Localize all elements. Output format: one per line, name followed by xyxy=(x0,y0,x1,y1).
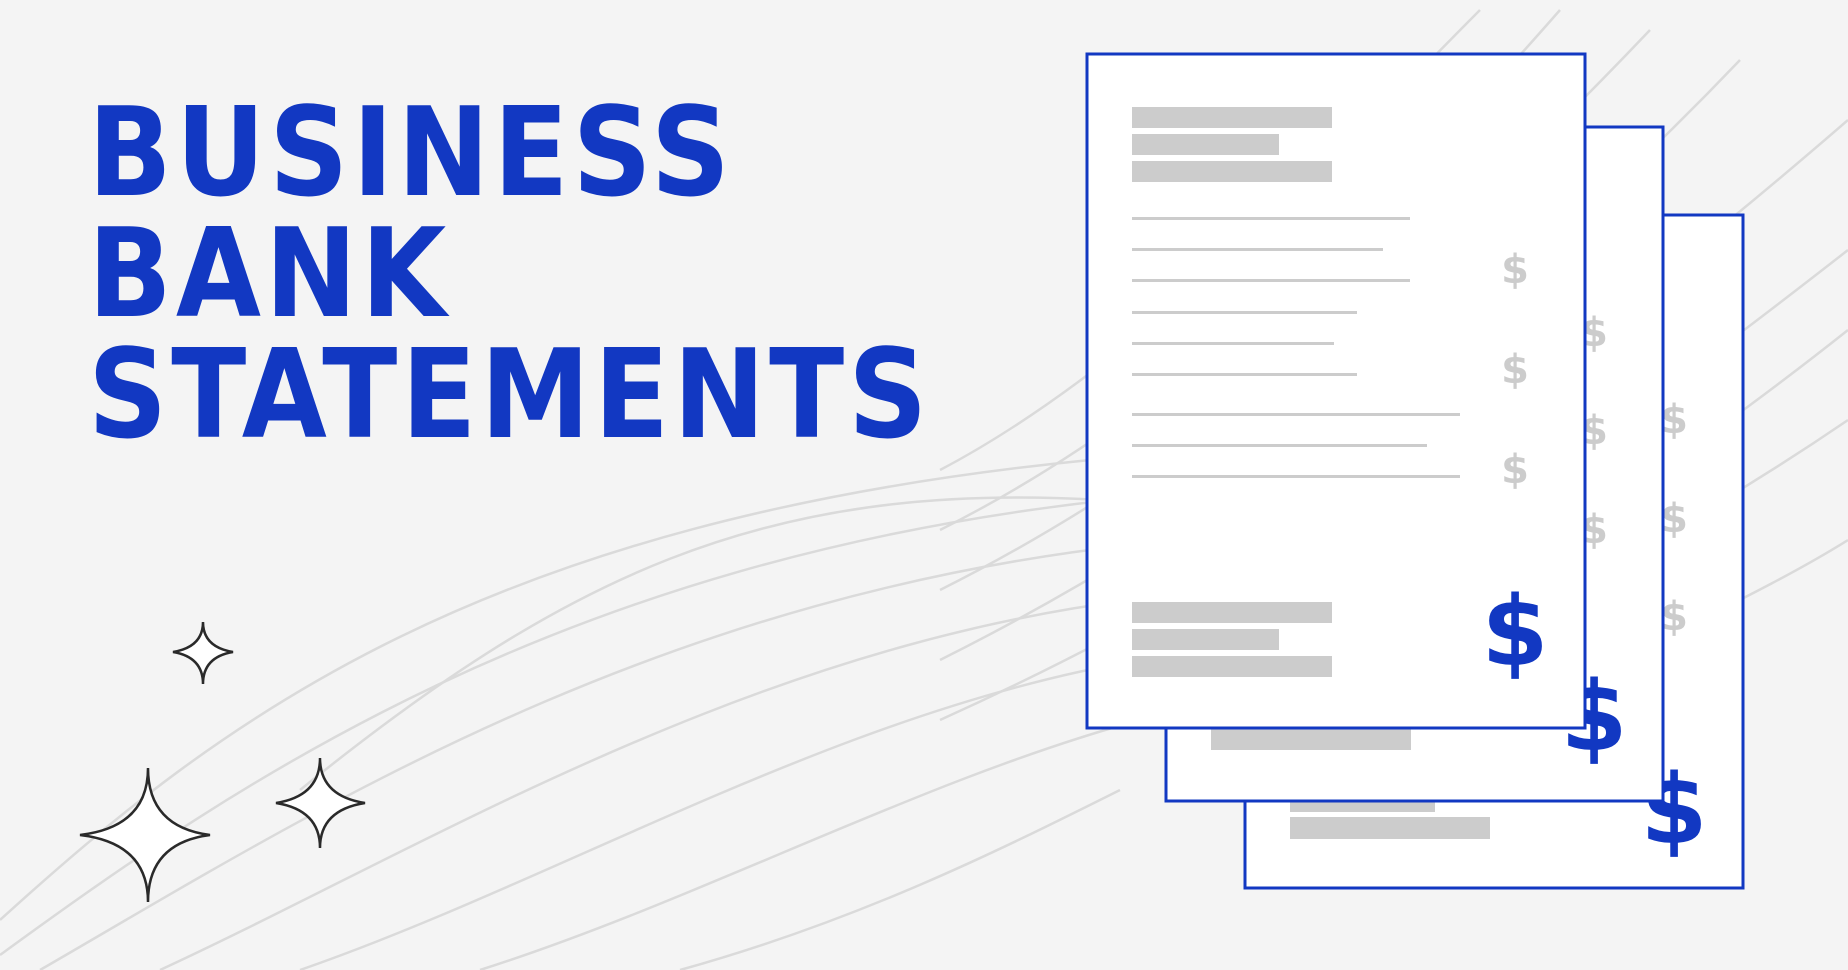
sparkles xyxy=(79,621,366,903)
wave-line xyxy=(39,543,1131,970)
placeholder-line xyxy=(1132,248,1383,251)
wave-line xyxy=(0,498,1111,957)
dollar-sign-icon: $ xyxy=(1501,247,1529,293)
wave-line xyxy=(679,788,1121,970)
headline-line-1: BUSINESS xyxy=(88,80,735,225)
document-stack-icon: $$$$$$$$$$$$ xyxy=(1085,52,1745,890)
placeholder-line xyxy=(1132,413,1460,416)
placeholder-line xyxy=(1132,342,1334,345)
placeholder-line xyxy=(1132,311,1357,314)
sparkle-icon xyxy=(172,621,234,685)
placeholder-bar xyxy=(1132,656,1332,677)
placeholder-line xyxy=(1132,475,1460,478)
placeholder-bar xyxy=(1132,602,1332,623)
placeholder-line xyxy=(1132,444,1427,447)
headline-line-2: BANK xyxy=(88,201,451,346)
headline-line-3: STATEMENTS xyxy=(88,322,932,467)
wave-line xyxy=(299,496,1101,791)
sparkle-icon xyxy=(275,757,366,849)
placeholder-bar xyxy=(1132,161,1332,182)
placeholder-bar xyxy=(1132,107,1332,128)
placeholder-bar xyxy=(1132,134,1279,155)
dollar-sign-icon: $ xyxy=(1501,347,1529,393)
dollar-sign-icon: $ xyxy=(1501,447,1529,493)
placeholder-line xyxy=(1132,279,1410,282)
placeholder-line xyxy=(1132,217,1410,220)
headline: BUSINESS BANK STATEMENTS xyxy=(88,80,932,467)
placeholder-line xyxy=(1132,373,1357,376)
dollar-sign-icon: $ xyxy=(1482,576,1549,688)
statement-sheet: $ $ $ $ xyxy=(1085,52,1587,730)
placeholder-bar xyxy=(1132,629,1279,650)
placeholder-bar xyxy=(1211,728,1411,750)
placeholder-bar xyxy=(1290,817,1490,839)
